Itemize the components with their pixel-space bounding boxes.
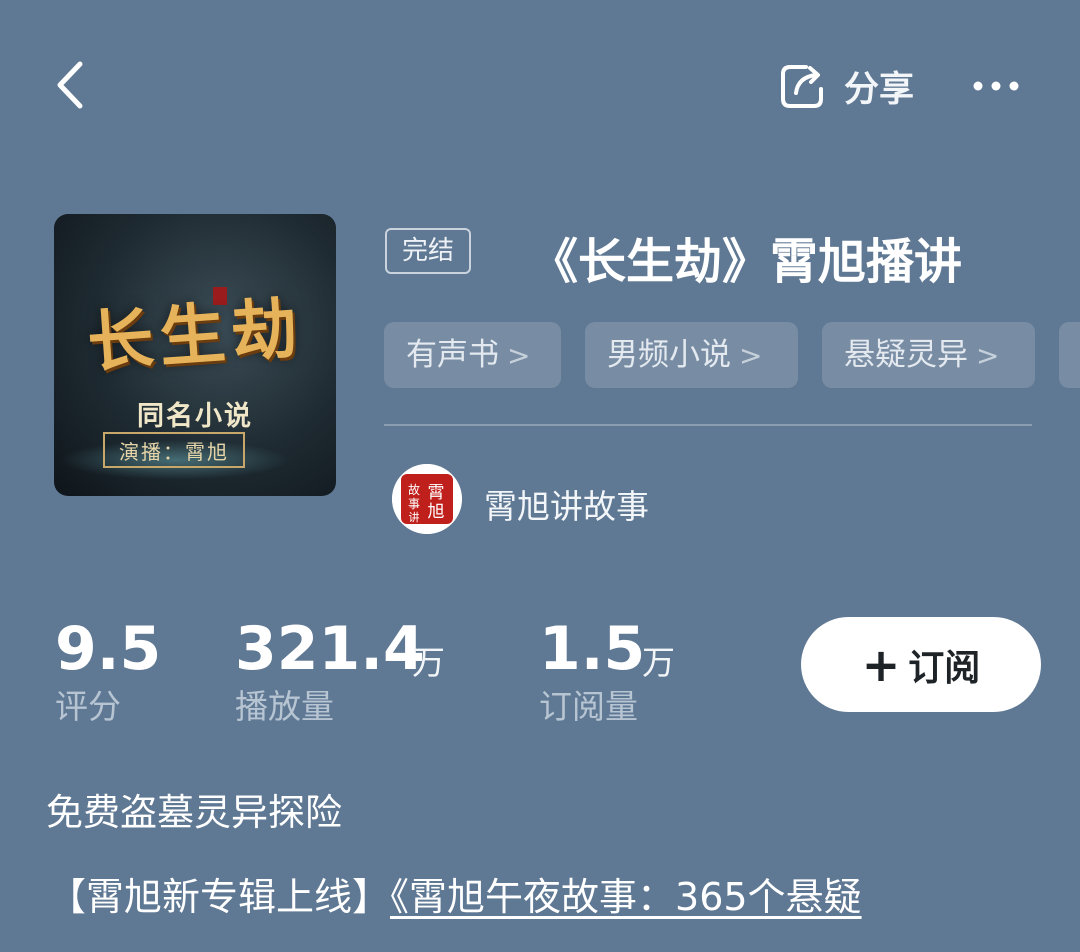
avatar-text-main-1: 霄 [428,483,445,503]
seal-logo-icon: 霄 旭 故 事 讲 [392,464,462,534]
author-name[interactable]: 霄旭讲故事 [484,480,649,528]
subscribers-label: 订阅量 [539,687,638,726]
avatar-text-side-1: 故 [408,482,420,497]
subscribe-button[interactable]: + 订阅 [801,617,1041,712]
cover-subtitle: 同名小说 [137,401,253,432]
subscribers-unit: 万 [642,643,675,682]
chevron-right-icon: > [976,339,1000,372]
tag-label: 悬疑灵异 [844,337,968,373]
avatar-text-bottom: 讲 [409,510,420,524]
cover-title-art: 长生劫 [84,288,306,382]
rating-value: 9.5 [55,614,162,684]
promo-link[interactable]: 《霄旭午夜故事：365个悬疑 [390,875,862,919]
tag-suspense[interactable]: 悬疑灵异 > [822,322,1035,388]
share-button[interactable]: 分享 [776,56,936,116]
chevron-left-icon [57,61,83,109]
divider [384,424,1032,426]
share-icon [781,65,823,108]
subscribe-label: 订阅 [908,647,981,689]
tag-label: 有声书 [406,337,499,373]
cover-narrator: 演播：霄旭 [119,440,229,464]
chevron-right-icon: > [739,339,763,372]
album-title: 《长生劫》霄旭播讲 [530,234,963,290]
more-dots-icon [973,81,1019,91]
more-options-button[interactable] [966,64,1026,108]
tag-label: 男频小说 [607,337,731,373]
rating-label: 评分 [55,687,121,726]
album-intro: 免费盗墓灵异探险 [46,791,342,834]
plays-label: 播放量 [235,687,334,726]
tag-more-clipped[interactable] [1059,322,1080,388]
plus-icon: + [861,637,901,692]
subscribers-value: 1.5 [539,614,646,684]
plays-value: 321.4 [235,614,425,684]
author-avatar[interactable]: 霄 旭 故 事 讲 [392,464,462,534]
tag-audiobook[interactable]: 有声书 > [384,322,561,388]
chevron-right-icon: > [507,339,531,372]
avatar-text-main-2: 旭 [428,502,445,522]
promo-prefix: 【霄旭新专辑上线】 [48,875,391,919]
tag-male-novel[interactable]: 男频小说 > [585,322,798,388]
promo-line: 【霄旭新专辑上线】《霄旭午夜故事：365个悬疑 [48,866,1048,921]
share-label: 分享 [844,69,915,110]
avatar-text-side-2: 事 [408,497,420,511]
status-badge: 完结 [385,228,471,274]
plays-unit: 万 [412,643,445,682]
back-button[interactable] [40,50,100,120]
